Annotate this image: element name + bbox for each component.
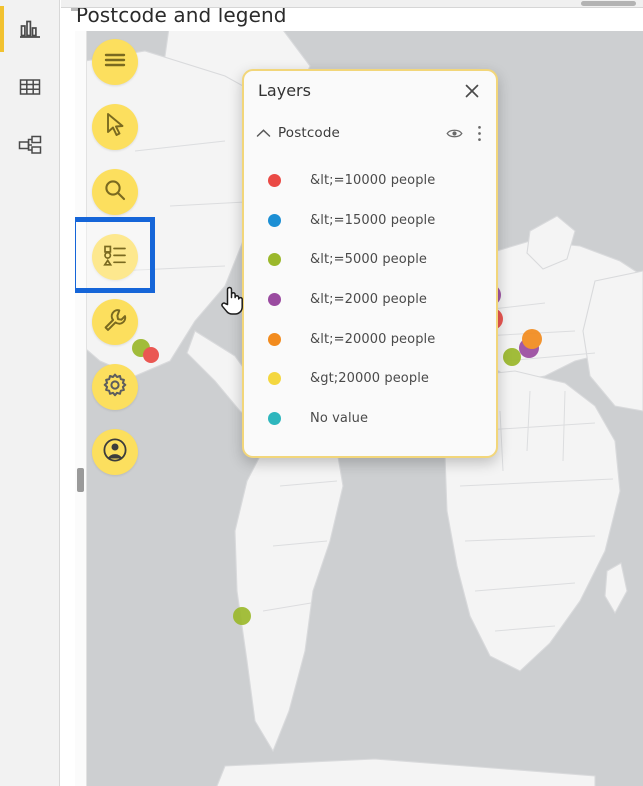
legend-label: &lt;=15000 people	[310, 212, 436, 228]
gear-icon	[102, 372, 128, 402]
legend-icon	[102, 243, 128, 271]
hamburger-icon	[102, 50, 128, 74]
legend-swatch	[268, 332, 281, 346]
map-tool-stack	[75, 39, 158, 494]
map-vertical-scrollbar[interactable]	[75, 31, 87, 786]
rail-item-report-view[interactable]	[0, 0, 60, 58]
legend-swatch	[268, 174, 281, 188]
report-canvas: Postcode and legend Layers Postcode &lt;…	[61, 0, 643, 786]
legend-swatch	[268, 372, 281, 386]
canvas-horizontal-scrollbar-thumb[interactable]	[581, 1, 636, 6]
rail-item-model-view[interactable]	[0, 116, 60, 174]
search-icon	[103, 178, 127, 206]
legend-label: &lt;=2000 people	[310, 292, 428, 308]
map-tools-button[interactable]	[92, 299, 138, 345]
map-settings-button[interactable]	[92, 364, 138, 410]
legend-item[interactable]: &lt;=2000 people	[244, 280, 496, 320]
layers-panel-close-button[interactable]	[458, 79, 486, 107]
map-account-button[interactable]	[92, 429, 138, 475]
map-vertical-scrollbar-thumb[interactable]	[77, 468, 84, 492]
pointer-icon	[104, 112, 126, 142]
legend-label: &lt;=10000 people	[310, 173, 436, 189]
chevron-up-icon[interactable]	[248, 128, 278, 139]
legend-item[interactable]: &lt;=5000 people	[244, 240, 496, 280]
map-select-button[interactable]	[92, 104, 138, 150]
model-icon	[17, 133, 43, 157]
wrench-icon	[102, 307, 128, 337]
app-rail	[0, 0, 60, 786]
legend-item[interactable]: &lt;=20000 people	[244, 319, 496, 359]
map-menu-button[interactable]	[92, 39, 138, 85]
bar-chart-icon	[17, 17, 43, 41]
legend-label: &gt;20000 people	[310, 371, 430, 387]
legend-swatch	[268, 411, 281, 425]
legend-swatch	[268, 213, 281, 227]
app-window: Postcode and legend Layers Postcode &lt;…	[0, 0, 643, 786]
legend-label: No value	[310, 410, 369, 426]
table-icon	[17, 75, 43, 99]
layer-row-postcode[interactable]: Postcode	[244, 115, 496, 151]
map-visual[interactable]: Layers Postcode &lt;=10000 people &lt;=1…	[75, 31, 643, 786]
legend-swatch	[268, 293, 281, 307]
legend-label: &lt;=20000 people	[310, 331, 436, 347]
layers-panel: Layers Postcode &lt;=10000 people &lt;=1…	[242, 69, 498, 458]
eye-icon[interactable]	[445, 123, 463, 143]
layers-panel-header: Layers	[244, 71, 496, 115]
layer-row-actions	[445, 123, 488, 143]
user-icon	[102, 437, 128, 467]
legend-list: &lt;=10000 people &lt;=15000 people &lt;…	[244, 161, 496, 438]
legend-item[interactable]: &gt;20000 people	[244, 359, 496, 399]
legend-swatch	[268, 253, 281, 267]
legend-item[interactable]: &lt;=15000 people	[244, 201, 496, 241]
layer-name-label: Postcode	[278, 125, 341, 141]
map-search-button[interactable]	[92, 169, 138, 215]
legend-item[interactable]: No value	[244, 399, 496, 439]
kebab-menu-icon[interactable]	[470, 123, 488, 143]
canvas-horizontal-scrollbar[interactable]	[61, 0, 643, 8]
legend-label: &lt;=5000 people	[310, 252, 428, 268]
legend-item[interactable]: &lt;=10000 people	[244, 161, 496, 201]
map-legend-button[interactable]	[75, 217, 155, 293]
close-icon	[463, 82, 481, 104]
layers-panel-title: Layers	[258, 81, 311, 100]
rail-item-data-view[interactable]	[0, 58, 60, 116]
